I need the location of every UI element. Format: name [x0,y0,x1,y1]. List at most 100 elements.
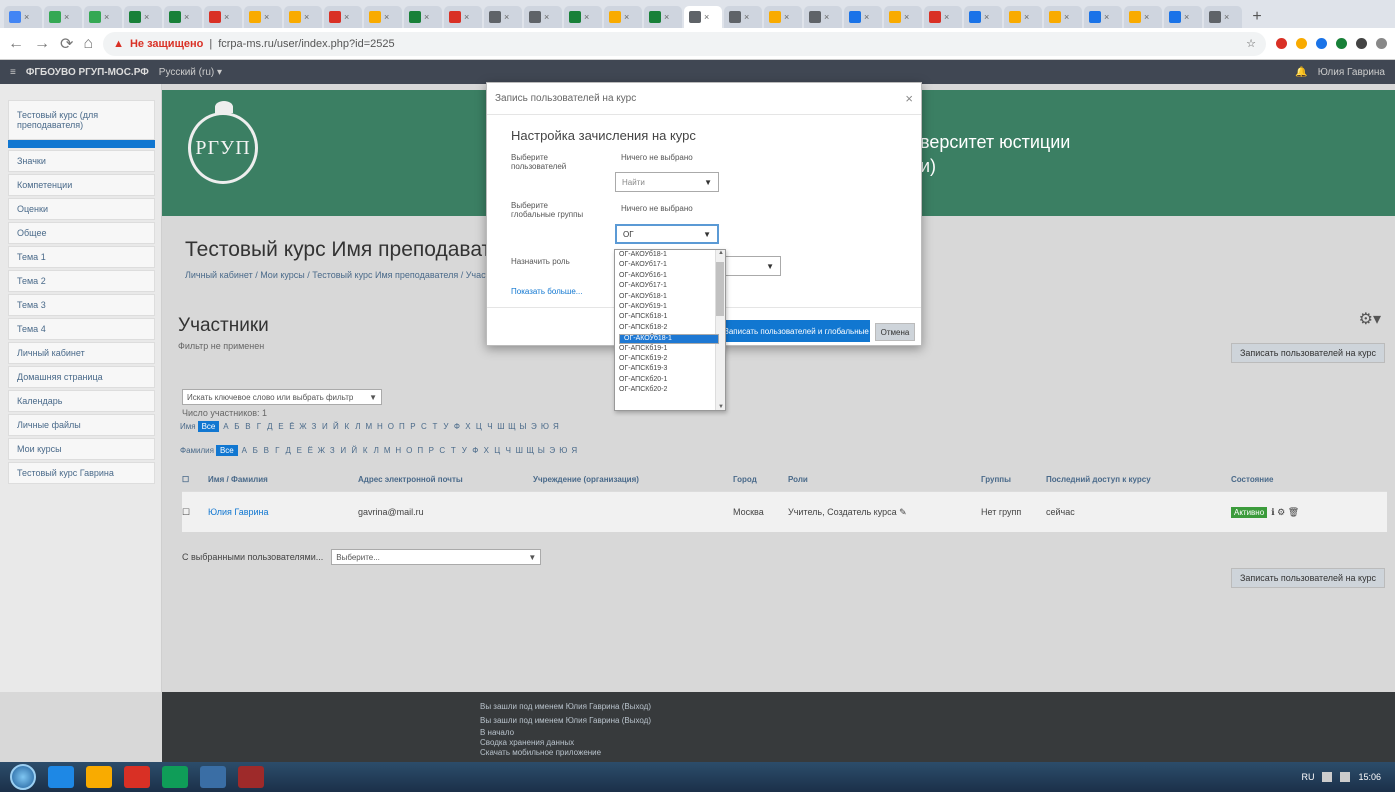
tray-lang[interactable]: RU [1301,772,1314,782]
column-header[interactable]: Город [733,475,788,484]
tab-close-icon[interactable]: × [744,12,749,22]
initial-letter[interactable]: Ш [496,422,505,431]
initial-letter[interactable]: Н [394,446,403,455]
initial-letter[interactable]: Ч [485,422,494,431]
tab-close-icon[interactable]: × [904,12,909,22]
column-header[interactable]: Роли [788,475,981,484]
initial-letter[interactable]: И [320,422,329,431]
initial-letter[interactable]: Щ [526,446,535,455]
column-header[interactable]: Последний доступ к курсу [1046,475,1231,484]
taskbar-app-icon[interactable] [238,766,264,788]
dropdown-option[interactable]: ОГ-АКОУб17-1 [615,281,715,291]
browser-tab[interactable]: × [364,6,402,28]
column-header[interactable]: Учреждение (организация) [533,475,733,484]
initial-letter[interactable]: Ы [518,422,527,431]
row-checkbox[interactable]: ☐ [182,507,208,518]
tab-close-icon[interactable]: × [624,12,629,22]
browser-tab[interactable]: × [844,6,882,28]
initial-letter[interactable]: Н [375,422,384,431]
initial-letter[interactable]: Р [408,422,417,431]
star-icon[interactable]: ☆ [1246,37,1256,50]
drawer-item[interactable]: Тема 4 [8,318,155,340]
tab-close-icon[interactable]: × [24,12,29,22]
initial-letter[interactable]: Е [295,446,304,455]
initial-letter[interactable]: Ш [515,446,524,455]
initial-letter[interactable]: Й [331,422,340,431]
enrol-submit-button[interactable]: Записать пользователей и глобальные груп… [720,320,870,342]
tab-close-icon[interactable]: × [584,12,589,22]
scrollbar-thumb[interactable] [716,262,724,316]
drawer-item[interactable]: Тема 2 [8,270,155,292]
drawer-item[interactable]: Календарь [8,390,155,412]
initial-letter[interactable]: Ц [474,422,483,431]
browser-tab[interactable]: × [404,6,442,28]
tab-close-icon[interactable]: × [424,12,429,22]
browser-tab[interactable]: × [324,6,362,28]
initial-letter[interactable]: Э [548,446,557,455]
new-tab-button[interactable]: + [1244,6,1270,28]
initial-letter[interactable]: Х [463,422,472,431]
initial-letter[interactable]: С [419,422,428,431]
taskbar-app-icon[interactable] [48,766,74,788]
browser-tab[interactable]: × [564,6,602,28]
filter-select[interactable]: Искать ключевое слово или выбрать фильтр… [182,389,382,405]
drawer-item[interactable]: Тестовый курс (для преподавателя) [8,100,155,140]
initial-letter[interactable]: Г [254,422,263,431]
initial-letter[interactable]: Д [284,446,293,455]
drawer-item[interactable]: Личные файлы [8,414,155,436]
initial-letter[interactable]: Ё [306,446,315,455]
initial-letter[interactable]: Ю [559,446,568,455]
browser-tab[interactable]: × [44,6,82,28]
browser-tab[interactable]: × [804,6,842,28]
dropdown-option[interactable]: ОГ-АКОУб18-1 [615,292,715,302]
scrollbar[interactable]: ▲ ▼ [715,250,725,410]
dropdown-option[interactable]: ОГ-АПСКб19-1 [615,344,715,354]
browser-tab[interactable]: × [484,6,522,28]
dropdown-option[interactable]: ОГ-АПСКб20-1 [615,375,715,385]
extension-icon[interactable] [1336,38,1347,49]
initial-letter[interactable]: Я [551,422,560,431]
menu-icon[interactable]: ≡ [10,67,16,78]
initial-letter[interactable]: Ц [493,446,502,455]
info-icon[interactable]: ℹ [1271,507,1274,517]
tab-close-icon[interactable]: × [1184,12,1189,22]
initial-letter[interactable]: Г [273,446,282,455]
dropdown-option[interactable]: ОГ-АКОУб17-1 [615,260,715,270]
tab-close-icon[interactable]: × [944,12,949,22]
initial-letter[interactable]: Щ [507,422,516,431]
enrol-users-button[interactable]: Записать пользователей на курс [1230,343,1385,363]
browser-tab[interactable]: × [124,6,162,28]
drawer-item[interactable]: Общее [8,222,155,244]
drawer-item[interactable]: Личный кабинет [8,342,155,364]
initial-letter[interactable]: Д [265,422,274,431]
breadcrumb[interactable]: Личный кабинет / Мои курсы / Тестовый ку… [185,270,509,280]
browser-tab[interactable]: × [1124,6,1162,28]
initial-letter[interactable]: Э [529,422,538,431]
start-button[interactable] [10,764,36,790]
cancel-button[interactable]: Отмена [875,323,915,341]
forward-icon[interactable]: → [34,35,50,53]
footer-line[interactable]: Вы зашли под именем Юлия Гаврина (Выход) [480,716,651,725]
tab-close-icon[interactable]: × [304,12,309,22]
extension-icon[interactable] [1276,38,1287,49]
enrol-users-button-bottom[interactable]: Записать пользователей на курс [1230,568,1385,588]
bulk-actions-select[interactable]: Выберите... ▼ [331,549,542,565]
drawer-item[interactable]: Значки [8,150,155,172]
browser-tab[interactable]: × [524,6,562,28]
scroll-down-icon[interactable]: ▼ [718,404,724,410]
initial-letter[interactable]: Т [449,446,458,455]
tab-close-icon[interactable]: × [144,12,149,22]
dropdown-option[interactable]: ОГ-АПСКб19-2 [615,354,715,364]
drawer-item[interactable]: Тема 1 [8,246,155,268]
browser-tab[interactable]: × [924,6,962,28]
users-search-input[interactable]: Найти ▼ [615,172,719,192]
close-icon[interactable]: × [905,91,913,106]
browser-tab[interactable]: × [1004,6,1042,28]
initial-letter[interactable]: О [405,446,414,455]
browser-tab[interactable]: × [884,6,922,28]
language-menu[interactable]: Русский (ru) ▾ [159,67,222,78]
extension-icon[interactable] [1296,38,1307,49]
tab-close-icon[interactable]: × [1144,12,1149,22]
dropdown-option[interactable]: ОГ-АПСКб18-2 [615,323,715,333]
initials-all-button[interactable]: Все [215,445,238,456]
